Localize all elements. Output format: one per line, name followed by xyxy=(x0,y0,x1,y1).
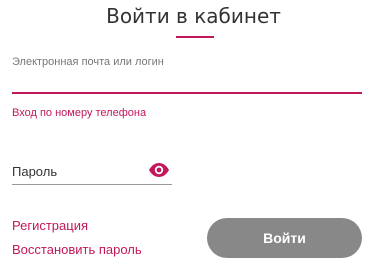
login-field: Электронная почта или логин xyxy=(12,56,362,94)
page-title-text: Войти в кабинет xyxy=(106,4,281,28)
password-input[interactable] xyxy=(12,160,142,182)
eye-icon[interactable] xyxy=(148,162,170,178)
phone-login-link[interactable]: Вход по номеру телефона xyxy=(12,107,146,119)
login-input[interactable] xyxy=(12,68,362,94)
login-page: Войти в кабинет Электронная почта или ло… xyxy=(0,0,387,280)
login-label: Электронная почта или логин xyxy=(12,56,164,68)
register-link[interactable]: Регистрация xyxy=(12,218,88,233)
page-title: Войти в кабинет xyxy=(0,4,387,28)
login-button[interactable]: Войти xyxy=(207,218,362,258)
title-underline xyxy=(176,36,214,38)
restore-password-link[interactable]: Восстановить пароль xyxy=(12,242,142,257)
password-field xyxy=(12,160,172,185)
